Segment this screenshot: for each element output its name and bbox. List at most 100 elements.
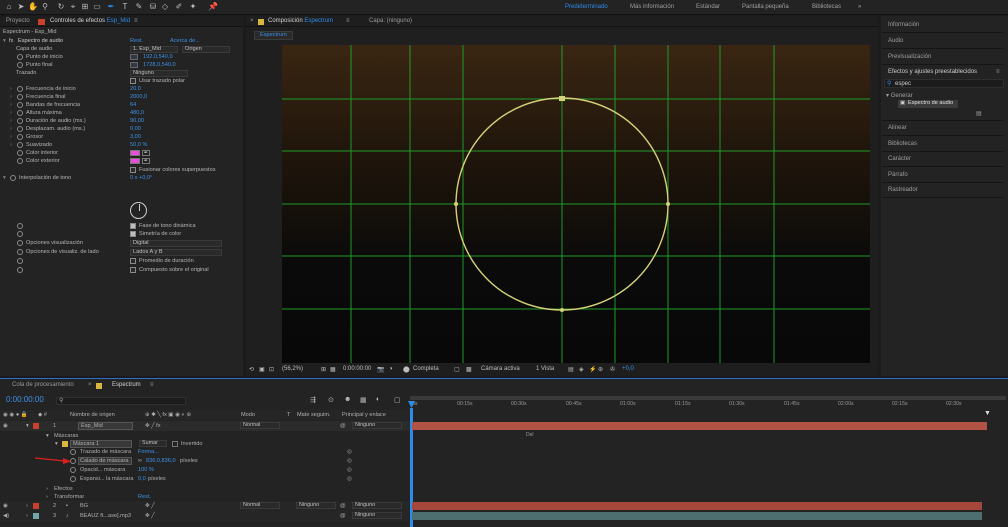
timeline-menu-icon[interactable]: ≡ xyxy=(150,382,154,388)
snapshot-icon[interactable]: 📷 xyxy=(377,366,384,373)
roto-brush-tool-icon[interactable]: ✐ xyxy=(174,2,184,12)
panel-caracter[interactable]: Carácter xyxy=(888,156,911,162)
frame-blending-icon[interactable]: ▦ xyxy=(360,396,367,404)
layer-1-duration-bar[interactable] xyxy=(412,422,987,430)
effect-reset-link[interactable]: Rest. xyxy=(130,37,143,45)
ec-value-desplazam-audio[interactable]: 0,00 xyxy=(130,125,141,133)
timeline-timecode[interactable]: 0:00:00:00 xyxy=(6,395,44,404)
mask-visibility-icon[interactable]: ⊡ xyxy=(269,366,274,373)
timeline-layer-row[interactable]: ◉ ▾ 1 Esp_Mid ✥ ╱ fx Normal @ Ninguno xyxy=(0,421,410,431)
tab-cola-procesamiento[interactable]: Cola de procesamiento xyxy=(12,382,74,388)
ec-value-punto-inicio[interactable]: 192,0,540,0 xyxy=(143,53,173,61)
home-icon[interactable]: ⌂ xyxy=(4,2,14,12)
draft-3d-icon[interactable]: ◈ xyxy=(579,366,584,373)
layer-label-color[interactable] xyxy=(33,503,39,509)
stopwatch-icon[interactable] xyxy=(17,258,23,264)
expand-arrow-icon[interactable]: › xyxy=(10,93,12,101)
fx-badge-icon[interactable]: fx xyxy=(9,37,13,45)
views-dropdown[interactable]: 1 Vista xyxy=(536,366,554,372)
panel-efectos-ajustes[interactable]: Efectos y ajustes preestablecidos xyxy=(888,69,977,75)
trazado-dropdown[interactable]: Ninguno xyxy=(130,69,188,77)
camera-dropdown[interactable]: Cámara activa xyxy=(481,366,520,372)
layer-mode-dropdown[interactable]: Normal xyxy=(240,502,280,509)
crosshair-icon[interactable] xyxy=(130,54,138,60)
color-interior-swatch[interactable] xyxy=(130,150,140,156)
pen-tool-icon[interactable]: ✒ xyxy=(106,2,116,12)
monitor-icon[interactable]: ▣ xyxy=(259,366,265,373)
workspace-predeterminado[interactable]: Predeterminado xyxy=(565,4,608,10)
ec-value-grosor[interactable]: 3,00 xyxy=(130,133,141,141)
stopwatch-icon[interactable] xyxy=(17,102,23,108)
timeline-layer-row[interactable]: ◀) › 3 ♪ BEAUZ ft...ase].mp3 ✥ ╱ @ Ningu… xyxy=(0,511,410,521)
crosshair-icon[interactable] xyxy=(130,62,138,68)
panel-informacion[interactable]: Información xyxy=(888,22,919,28)
layer-parent-dropdown[interactable]: Ninguno xyxy=(352,422,402,429)
stopwatch-icon[interactable] xyxy=(17,86,23,92)
ec-value-bandas-frecuencia[interactable]: 64 xyxy=(130,101,136,109)
stopwatch-icon[interactable] xyxy=(17,249,23,255)
panel-rastreador[interactable]: Rastreador xyxy=(888,187,918,193)
text-tool-icon[interactable]: T xyxy=(120,2,130,12)
flowchart-icon[interactable]: ⊛ xyxy=(598,366,603,373)
tab-capa[interactable]: Capa: (ninguno) xyxy=(369,18,412,24)
expression-pickwhip-icon[interactable]: ◎ xyxy=(347,474,352,484)
effects-search-input[interactable]: ⚲ espec xyxy=(884,79,1004,88)
stopwatch-icon[interactable] xyxy=(17,118,23,124)
stopwatch-icon[interactable] xyxy=(17,54,23,60)
resolution-grid-icon[interactable]: ⊞ xyxy=(321,366,326,373)
expand-arrow-icon[interactable]: › xyxy=(10,85,12,93)
ec-value-duracion-audio[interactable]: 90,00 xyxy=(130,117,144,125)
category-generar[interactable]: ▾ Generar xyxy=(886,92,913,99)
stopwatch-icon[interactable] xyxy=(17,150,23,156)
eye-icon[interactable]: ◉ xyxy=(3,421,8,431)
ec-value-frecuencia-final[interactable]: 2000,0 xyxy=(130,93,147,101)
ec-value-suavizado[interactable]: 50,0 % xyxy=(130,141,147,149)
stopwatch-icon[interactable] xyxy=(17,240,23,246)
layer-switches-icon[interactable]: ✥ ╱ fx xyxy=(145,421,161,431)
workspace-bibliotecas[interactable]: Bibliotecas xyxy=(812,4,841,10)
region-of-interest-icon[interactable]: ▢ xyxy=(454,366,460,373)
promedio-duracion-checkbox[interactable] xyxy=(130,258,136,264)
expand-arrow-icon[interactable]: › xyxy=(26,511,28,521)
composition-viewer[interactable] xyxy=(282,45,870,363)
ec-value-punto-final[interactable]: 1728,0,540,0 xyxy=(143,61,176,69)
view-options-icon[interactable]: ▤ xyxy=(568,366,574,373)
stopwatch-icon[interactable] xyxy=(17,158,23,164)
mask-expansion-value[interactable]: 0,0 xyxy=(138,474,146,484)
stopwatch-icon[interactable] xyxy=(17,142,23,148)
layer-3-duration-bar[interactable] xyxy=(412,512,982,520)
timeline-close-icon[interactable]: × xyxy=(88,382,92,388)
ec-value-frecuencia-inicio[interactable]: 20,0 xyxy=(130,85,141,93)
panel-menu-icon[interactable]: ≡ xyxy=(134,18,138,24)
origen-dropdown[interactable]: Origen xyxy=(182,45,230,53)
new-folder-icon[interactable]: ▤ xyxy=(976,110,982,117)
layer-parent-dropdown[interactable]: Ninguno xyxy=(352,512,402,519)
timeline-layer-row[interactable]: ◉ › 2 ▪ BG ✥ ╱ Normal Ninguno @ Ninguno xyxy=(0,501,410,511)
stopwatch-icon[interactable] xyxy=(70,476,76,482)
eye-icon[interactable]: ◉ xyxy=(3,501,8,511)
comp-mini-flowchart-icon[interactable]: ⇶ xyxy=(310,396,316,404)
rectangle-tool-icon[interactable]: ▭ xyxy=(92,2,102,12)
tab-timeline-espectrum[interactable]: Espectrum xyxy=(112,382,141,388)
opciones-visualizacion-dropdown[interactable]: Digital xyxy=(130,239,222,247)
tab-composicion[interactable]: Composición Espectrum xyxy=(268,18,333,24)
stopwatch-icon[interactable] xyxy=(17,62,23,68)
eraser-tool-icon[interactable]: ◇ xyxy=(160,2,170,12)
comp-panel-menu-icon[interactable]: ≡ xyxy=(346,18,350,24)
color-channel-icon[interactable]: ⬤ xyxy=(403,366,410,373)
always-preview-icon[interactable]: ⟲ xyxy=(249,366,254,373)
stopwatch-icon[interactable] xyxy=(70,467,76,473)
stopwatch-icon[interactable] xyxy=(17,110,23,116)
collapse-arrow-icon[interactable]: ▾ xyxy=(3,174,6,182)
parent-pickwhip-icon[interactable]: @ xyxy=(340,421,346,431)
panel-close-icon[interactable]: × xyxy=(250,18,254,24)
layer-label-color[interactable] xyxy=(33,423,39,429)
fase-tono-dinamica-checkbox[interactable] xyxy=(130,223,136,229)
stopwatch-icon[interactable] xyxy=(17,94,23,100)
camera-tool-icon[interactable]: ⌖ xyxy=(68,2,78,12)
expand-arrow-icon[interactable]: › xyxy=(10,109,12,117)
mask-mode-dropdown[interactable]: Sumar xyxy=(139,440,167,447)
layer-switches-icon[interactable]: ✥ ╱ xyxy=(145,511,155,521)
expand-arrow-icon[interactable]: › xyxy=(10,141,12,149)
hue-interpolation-dial[interactable] xyxy=(130,202,147,219)
